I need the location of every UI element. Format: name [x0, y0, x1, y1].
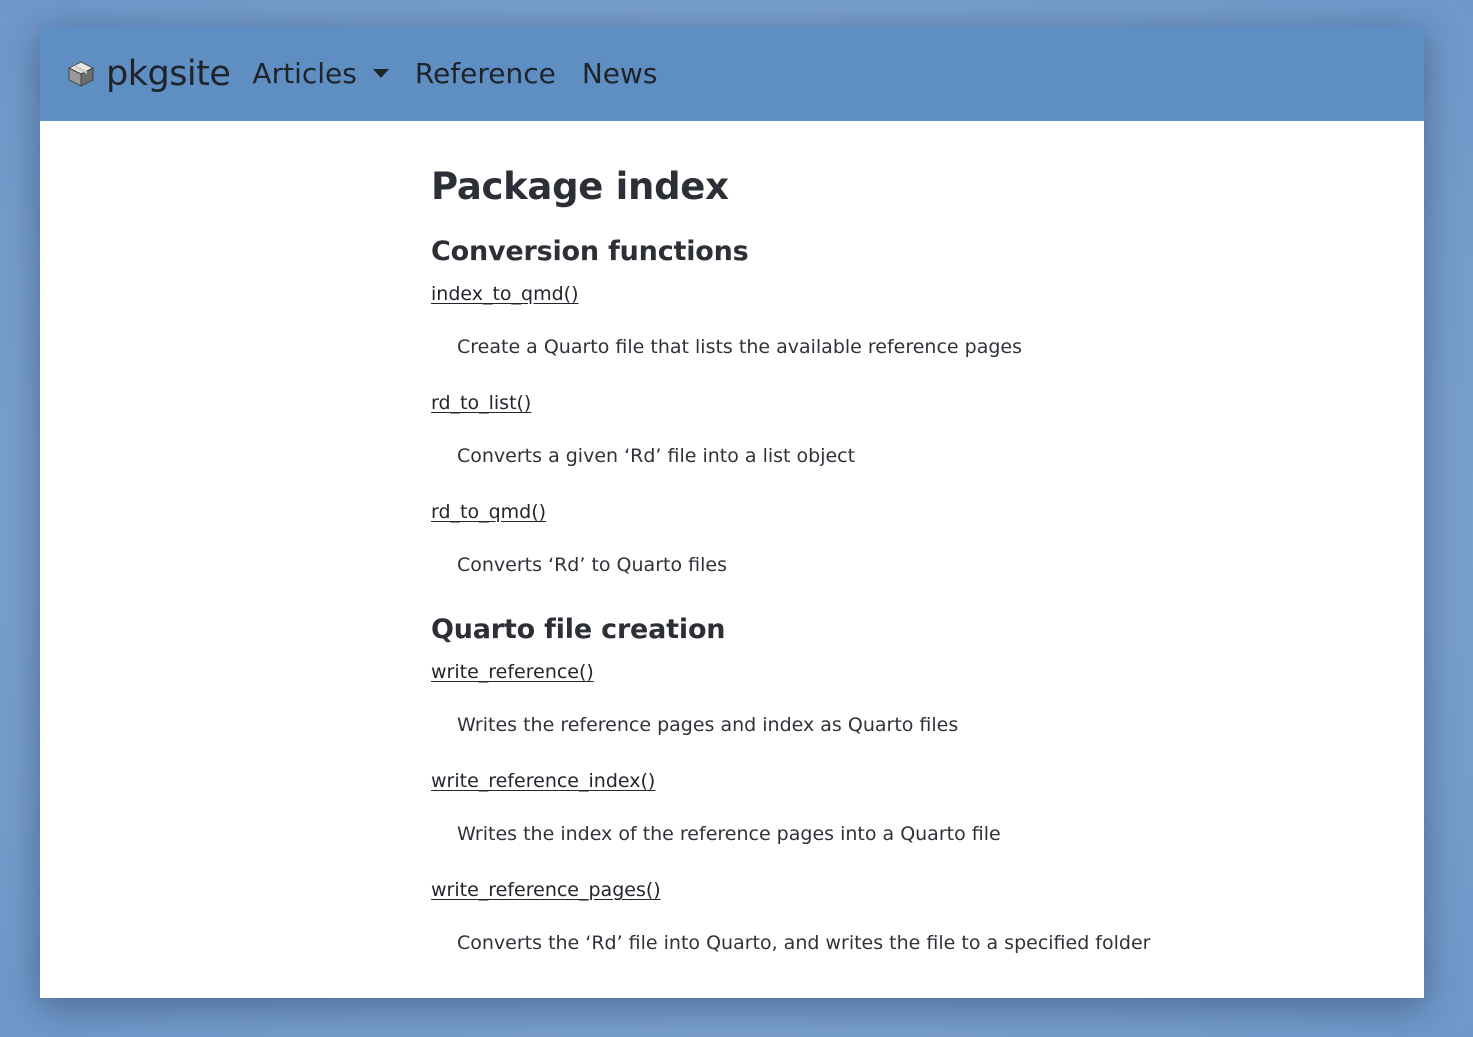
reference-entry: rd_to_list() Converts a given ‘Rd’ file … — [431, 378, 1331, 469]
reference-link[interactable]: write_reference() — [431, 659, 594, 685]
reference-entry: write_reference_index() Writes the index… — [431, 756, 1331, 847]
reference-link[interactable]: write_reference_pages() — [431, 877, 661, 903]
reference-description: Converts the ‘Rd’ file into Quarto, and … — [457, 932, 1151, 954]
reference-description: Writes the index of the reference pages … — [457, 823, 1001, 845]
reference-link[interactable]: rd_to_qmd() — [431, 499, 546, 525]
nav-articles-label: Articles — [252, 57, 357, 90]
navbar: pkgsite Articles Reference News — [40, 26, 1424, 121]
reference-description: Converts a given ‘Rd’ file into a list o… — [457, 445, 856, 467]
nav-reference-label: Reference — [414, 57, 556, 90]
reference-link[interactable]: rd_to_list() — [431, 390, 531, 416]
reference-description: Writes the reference pages and index as … — [457, 714, 959, 736]
section-quarto-file-creation: Quarto file creation write_reference() W… — [431, 613, 1331, 956]
brand-name: pkgsite — [106, 53, 231, 94]
section-heading: Conversion functions — [431, 236, 749, 267]
reference-entry: rd_to_qmd() Converts ‘Rd’ to Quarto file… — [431, 487, 1331, 578]
reference-description: Converts ‘Rd’ to Quarto files — [457, 554, 727, 576]
reference-description: Create a Quarto file that lists the avai… — [457, 336, 1022, 358]
section-conversion-functions: Conversion functions index_to_qmd() Crea… — [431, 235, 1331, 578]
reference-entry: index_to_qmd() Create a Quarto file that… — [431, 269, 1331, 360]
chevron-down-icon — [372, 69, 389, 78]
browser-window: pkgsite Articles Reference News Package … — [40, 26, 1424, 998]
nav-news[interactable]: News — [582, 57, 658, 90]
nav-news-label: News — [581, 57, 658, 90]
nav-articles[interactable]: Articles — [252, 57, 389, 90]
page-title: Package index — [431, 165, 729, 208]
reference-link[interactable]: index_to_qmd() — [431, 281, 579, 307]
main-content: Package index Conversion functions index… — [431, 121, 1331, 974]
reference-entry: write_reference_pages() Converts the ‘Rd… — [431, 865, 1331, 956]
package-logo-icon — [66, 59, 96, 89]
section-heading: Quarto file creation — [431, 614, 726, 645]
reference-entry: write_reference() Writes the reference p… — [431, 647, 1331, 738]
brand-link[interactable]: pkgsite — [66, 53, 231, 94]
nav-reference[interactable]: Reference — [415, 57, 556, 90]
reference-link[interactable]: write_reference_index() — [431, 768, 655, 794]
